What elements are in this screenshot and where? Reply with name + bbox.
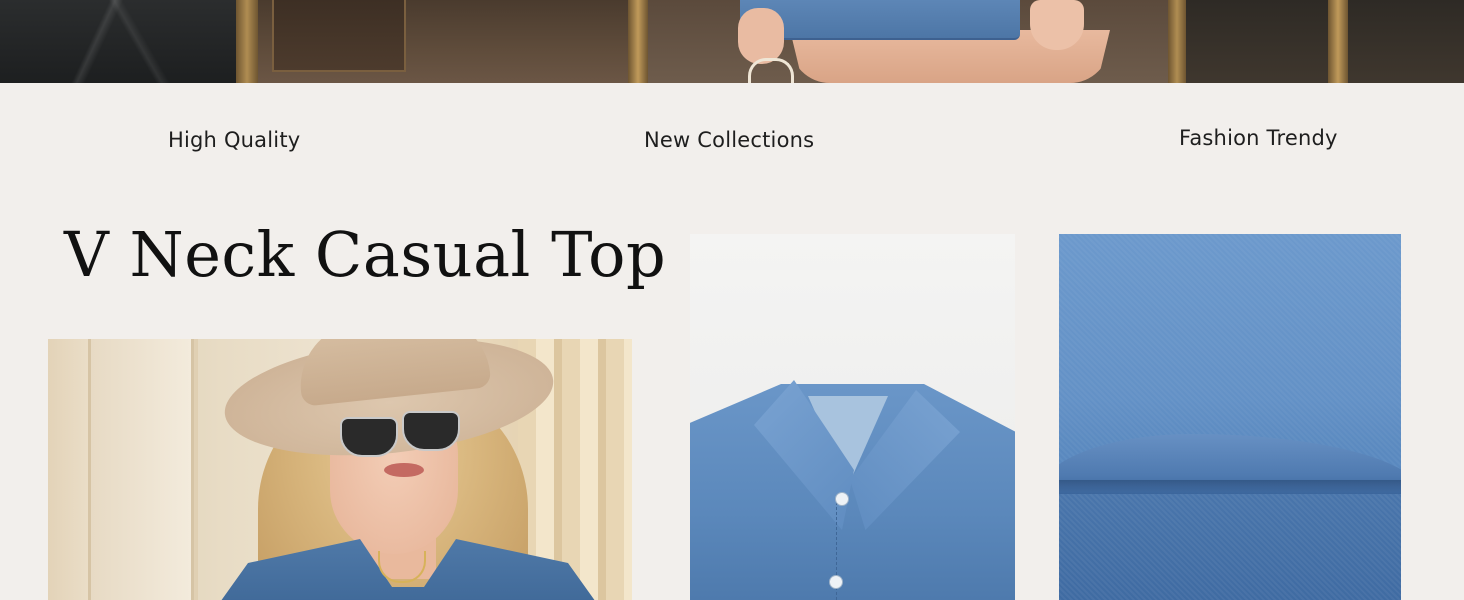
model-hand bbox=[1030, 0, 1084, 50]
product-title: V Neck Casual Top bbox=[64, 218, 667, 291]
door-frame bbox=[1168, 0, 1186, 83]
background-door bbox=[88, 339, 194, 600]
shirt-button bbox=[829, 575, 843, 589]
fabric-detail-photo bbox=[1059, 234, 1401, 600]
fabric-shadow bbox=[1059, 480, 1401, 492]
hero-background bbox=[1186, 0, 1464, 83]
fabric-lower-layer bbox=[1059, 484, 1401, 600]
door-panel bbox=[272, 0, 406, 72]
marble-wall bbox=[0, 0, 236, 83]
model-lips bbox=[384, 463, 424, 477]
bag-strap bbox=[748, 58, 794, 83]
door-frame bbox=[1328, 0, 1348, 83]
feature-new-collections: New Collections bbox=[644, 128, 815, 152]
door-frame bbox=[628, 0, 648, 83]
shirt-button bbox=[835, 492, 849, 506]
door-frame bbox=[236, 0, 258, 83]
feature-fashion-trendy: Fashion Trendy bbox=[1179, 126, 1338, 150]
sunglasses-lens bbox=[402, 411, 460, 451]
hero-banner-image bbox=[0, 0, 1464, 83]
model-hand bbox=[738, 8, 784, 64]
model-photo bbox=[48, 339, 632, 600]
sunglasses-lens bbox=[340, 417, 398, 457]
feature-high-quality: High Quality bbox=[168, 128, 301, 152]
collar-detail-photo bbox=[690, 234, 1015, 600]
